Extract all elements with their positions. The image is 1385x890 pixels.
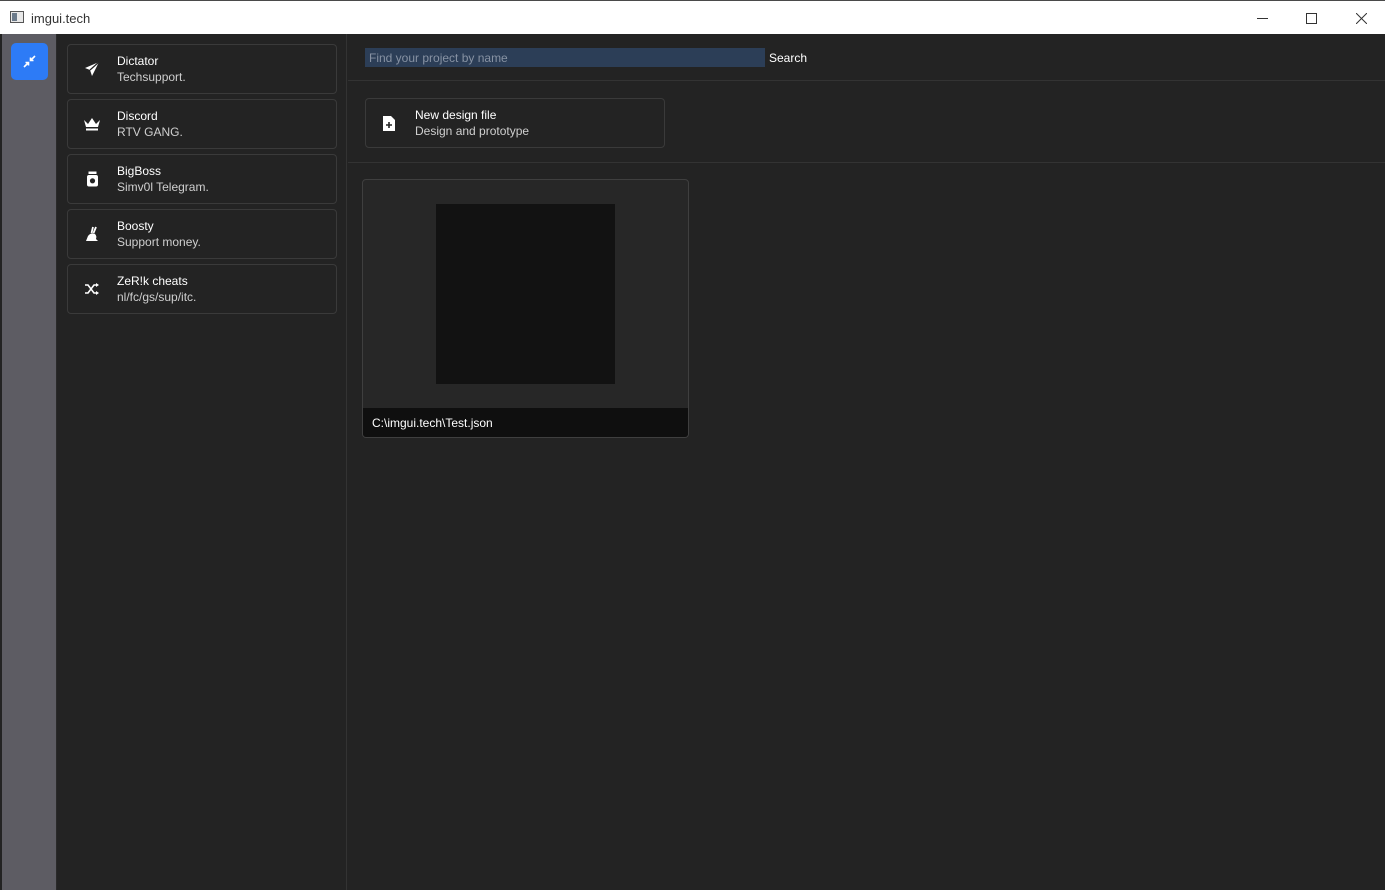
list-item-title: ZeR!k cheats — [117, 274, 188, 288]
collapse-toggle-button[interactable] — [11, 43, 48, 80]
minimize-button[interactable] — [1239, 3, 1285, 33]
new-file-subtitle: Design and prototype — [415, 124, 530, 138]
list-item-discord[interactable]: Discord RTV GANG. — [67, 99, 337, 149]
list-item-subtitle: nl/fc/gs/sup/itc. — [117, 290, 197, 304]
list-item-subtitle: RTV GANG. — [117, 125, 183, 139]
maximize-button[interactable] — [1288, 3, 1334, 33]
minimize-icon — [1256, 17, 1268, 19]
new-file-title: New design file — [415, 108, 497, 122]
rabbit-icon — [83, 225, 101, 243]
main-content: Search New design file Design and protot… — [348, 34, 1385, 890]
title-bar: imgui.tech — [0, 0, 1385, 34]
close-icon — [1355, 12, 1367, 24]
shuffle-icon — [83, 280, 101, 298]
list-item-zerik-cheats[interactable]: ZeR!k cheats nl/fc/gs/sup/itc. — [67, 264, 337, 314]
new-design-file-button[interactable]: New design file Design and prototype — [365, 98, 665, 148]
list-item-dictator[interactable]: Dictator Techsupport. — [67, 44, 337, 94]
app-icon — [10, 11, 24, 23]
list-item-bigboss[interactable]: BigBoss Simv0l Telegram. — [67, 154, 337, 204]
window-title: imgui.tech — [31, 11, 91, 26]
project-card-footer: C:\imgui.tech\Test.json — [363, 408, 688, 437]
list-item-title: Discord — [117, 109, 158, 123]
new-file-section: New design file Design and prototype — [348, 82, 1385, 163]
list-item-title: Boosty — [117, 219, 154, 233]
project-thumbnail — [436, 204, 615, 384]
close-button[interactable] — [1338, 3, 1384, 33]
file-plus-icon — [381, 114, 397, 132]
maximize-icon — [1305, 12, 1317, 24]
list-item-title: Dictator — [117, 54, 159, 68]
link-list-panel: Dictator Techsupport. Discord RTV GANG. … — [57, 34, 347, 890]
list-item-subtitle: Simv0l Telegram. — [117, 180, 209, 194]
list-item-boosty[interactable]: Boosty Support money. — [67, 209, 337, 259]
collapse-arrows-icon — [23, 55, 36, 68]
project-card[interactable]: C:\imgui.tech\Test.json — [362, 179, 689, 438]
search-bar: Search — [348, 34, 1385, 81]
paper-plane-icon — [83, 60, 101, 78]
crown-icon — [83, 115, 101, 133]
list-item-subtitle: Techsupport. — [117, 70, 186, 84]
project-path: C:\imgui.tech\Test.json — [372, 416, 493, 430]
search-input[interactable] — [365, 48, 765, 67]
side-rail — [2, 34, 57, 890]
list-item-title: BigBoss — [117, 164, 162, 178]
search-button[interactable]: Search — [769, 51, 807, 65]
list-item-subtitle: Support money. — [117, 235, 201, 249]
jar-icon — [83, 170, 101, 188]
